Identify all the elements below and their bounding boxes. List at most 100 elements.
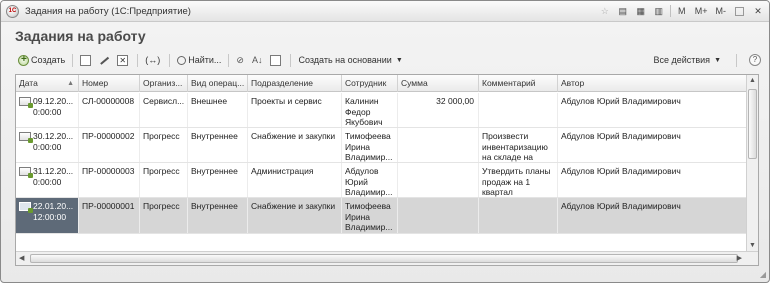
- employee-cell: Калинин Федор Якубович: [342, 93, 398, 127]
- toolbar-right: Все действия ▼ ?: [650, 52, 761, 68]
- resize-grip-icon[interactable]: ◢: [760, 270, 766, 279]
- date-cell: 22.01.20... 12:00:00: [16, 198, 79, 233]
- find-button[interactable]: Найти...: [174, 52, 224, 68]
- separator: [72, 53, 74, 67]
- title-controls: ☆ ▤ ▦ ▥ M M+ M- ✕: [598, 4, 765, 18]
- document-icon: [19, 167, 33, 178]
- document-icon: [19, 97, 33, 108]
- report-button[interactable]: [267, 52, 286, 68]
- table-row-selected[interactable]: 22.01.20... 12:00:00 ПР-00000001 Прогрес…: [16, 198, 758, 234]
- number-cell: СЛ-00000008: [79, 93, 140, 127]
- app-logo-icon[interactable]: 1С: [6, 4, 19, 18]
- calculator-icon[interactable]: ▦: [634, 4, 648, 18]
- column-header-number[interactable]: Номер: [79, 75, 140, 92]
- chevron-down-icon: ▼: [395, 56, 403, 64]
- separator: [669, 5, 671, 17]
- separator: [290, 53, 292, 67]
- favorites-icon[interactable]: ☆: [598, 4, 612, 18]
- memory-minus-button[interactable]: M-: [714, 4, 729, 18]
- author-cell: Абдулов Юрий Владимирович: [558, 93, 748, 127]
- delete-icon: ✕: [117, 54, 129, 66]
- table-body: 09.12.20... 0:00:00 СЛ-00000008 Сервисл.…: [16, 93, 758, 234]
- date-value: 22.01.20... 12:00:00: [33, 201, 74, 222]
- date-cell: 09.12.20... 0:00:00: [16, 93, 79, 127]
- sum-cell: [398, 198, 479, 233]
- memory-plus-button[interactable]: M+: [693, 4, 710, 18]
- create-button-label: Создать: [31, 55, 66, 65]
- window-title: Задания на работу (1С:Предприятие): [25, 5, 191, 17]
- copy-button[interactable]: [77, 52, 96, 68]
- operation-type-cell: Внешнее: [188, 93, 248, 127]
- document-icon: [19, 132, 33, 143]
- operation-type-cell: Внутреннее: [188, 163, 248, 197]
- scroll-up-icon[interactable]: ▲: [749, 77, 756, 84]
- column-header-date[interactable]: Дата ▲: [16, 75, 79, 92]
- cancel-search-button[interactable]: ⊘: [233, 52, 249, 68]
- table-header: Дата ▲ Номер Организ... Вид операц... По…: [16, 75, 758, 92]
- column-header-operation-type[interactable]: Вид операц...: [188, 75, 248, 92]
- table-row[interactable]: 31.12.20... 0:00:00 ПР-00000003 Прогресс…: [16, 163, 758, 198]
- memory-button[interactable]: M: [675, 4, 689, 18]
- separator: [137, 53, 139, 67]
- table-row[interactable]: 30.12.20... 0:00:00 ПР-00000002 Прогресс…: [16, 128, 758, 163]
- tasks-table[interactable]: Дата ▲ Номер Организ... Вид операц... По…: [15, 74, 759, 266]
- page-title: Задания на работу: [15, 28, 146, 44]
- title-bar: 1С Задания на работу (1С:Предприятие) ☆ …: [1, 1, 769, 22]
- sort-button[interactable]: A↓: [249, 52, 268, 68]
- column-header-organization[interactable]: Организ...: [140, 75, 188, 92]
- scroll-right-icon[interactable]: ▶: [737, 254, 742, 262]
- create-button[interactable]: Создать: [15, 52, 68, 68]
- organization-cell: Прогресс: [140, 128, 188, 162]
- department-cell: Снабжение и закупки: [248, 128, 342, 162]
- column-header-sum[interactable]: Сумма: [398, 75, 479, 92]
- date-cell: 31.12.20... 0:00:00: [16, 163, 79, 197]
- edit-button[interactable]: [96, 52, 114, 68]
- all-actions-label: Все действия: [653, 55, 711, 65]
- separator: [228, 53, 230, 67]
- print-icon[interactable]: ▤: [616, 4, 630, 18]
- pencil-icon: [99, 55, 110, 65]
- column-header-author[interactable]: Автор: [558, 75, 748, 92]
- organization-cell: Прогресс: [140, 198, 188, 233]
- department-cell: Проекты и сервис: [248, 93, 342, 127]
- date-value: 09.12.20... 0:00:00: [33, 96, 74, 117]
- sum-cell: 32 000,00: [398, 93, 479, 127]
- department-cell: Снабжение и закупки: [248, 198, 342, 233]
- scroll-left-icon[interactable]: ◀: [19, 254, 24, 262]
- toolbar: Создать ✕ (↔) Найти... ⊘ A↓: [15, 51, 761, 69]
- search-icon: [177, 55, 187, 65]
- horizontal-scroll-thumb[interactable]: [30, 254, 738, 263]
- sum-cell: [398, 163, 479, 197]
- date-cell: 30.12.20... 0:00:00: [16, 128, 79, 162]
- employee-cell: Тимофеева Ирина Владимир...: [342, 128, 398, 162]
- date-value: 30.12.20... 0:00:00: [33, 131, 74, 152]
- vertical-scrollbar[interactable]: ▲ ▼: [746, 75, 758, 251]
- column-header-employee[interactable]: Сотрудник: [342, 75, 398, 92]
- maximize-button[interactable]: [735, 6, 744, 16]
- comment-cell: Произвести инвентаризацию на складе на: [479, 128, 558, 162]
- main-window: 1С Задания на работу (1С:Предприятие) ☆ …: [0, 0, 770, 283]
- horizontal-scrollbar[interactable]: ◀ ▶: [16, 251, 758, 265]
- chevron-down-icon: ▼: [714, 56, 721, 64]
- column-header-comment[interactable]: Комментарий: [479, 75, 558, 92]
- scroll-down-icon[interactable]: ▼: [749, 242, 756, 249]
- help-icon[interactable]: ?: [749, 54, 761, 66]
- table-row[interactable]: 09.12.20... 0:00:00 СЛ-00000008 Сервисл.…: [16, 93, 758, 128]
- employee-cell: Абдулов Юрий Владимир...: [342, 163, 398, 197]
- calendar-icon[interactable]: ▥: [652, 4, 666, 18]
- create-based-on-button[interactable]: Создать на основании ▼: [295, 52, 405, 68]
- separator: [169, 53, 171, 67]
- all-actions-button[interactable]: Все действия ▼: [650, 52, 724, 68]
- switch-mode-button[interactable]: (↔): [142, 52, 165, 68]
- close-button[interactable]: ✕: [751, 4, 765, 18]
- delete-button[interactable]: ✕: [114, 52, 133, 68]
- arrows-icon: (↔): [145, 54, 161, 65]
- column-header-department[interactable]: Подразделение: [248, 75, 342, 92]
- copy-icon: [80, 54, 92, 66]
- sort-icon: A↓: [251, 54, 263, 65]
- document-icon: [19, 202, 33, 213]
- report-icon: [270, 54, 282, 66]
- date-value: 31.12.20... 0:00:00: [33, 166, 74, 187]
- vertical-scroll-thumb[interactable]: [748, 89, 757, 159]
- column-header-label: Дата: [19, 78, 38, 88]
